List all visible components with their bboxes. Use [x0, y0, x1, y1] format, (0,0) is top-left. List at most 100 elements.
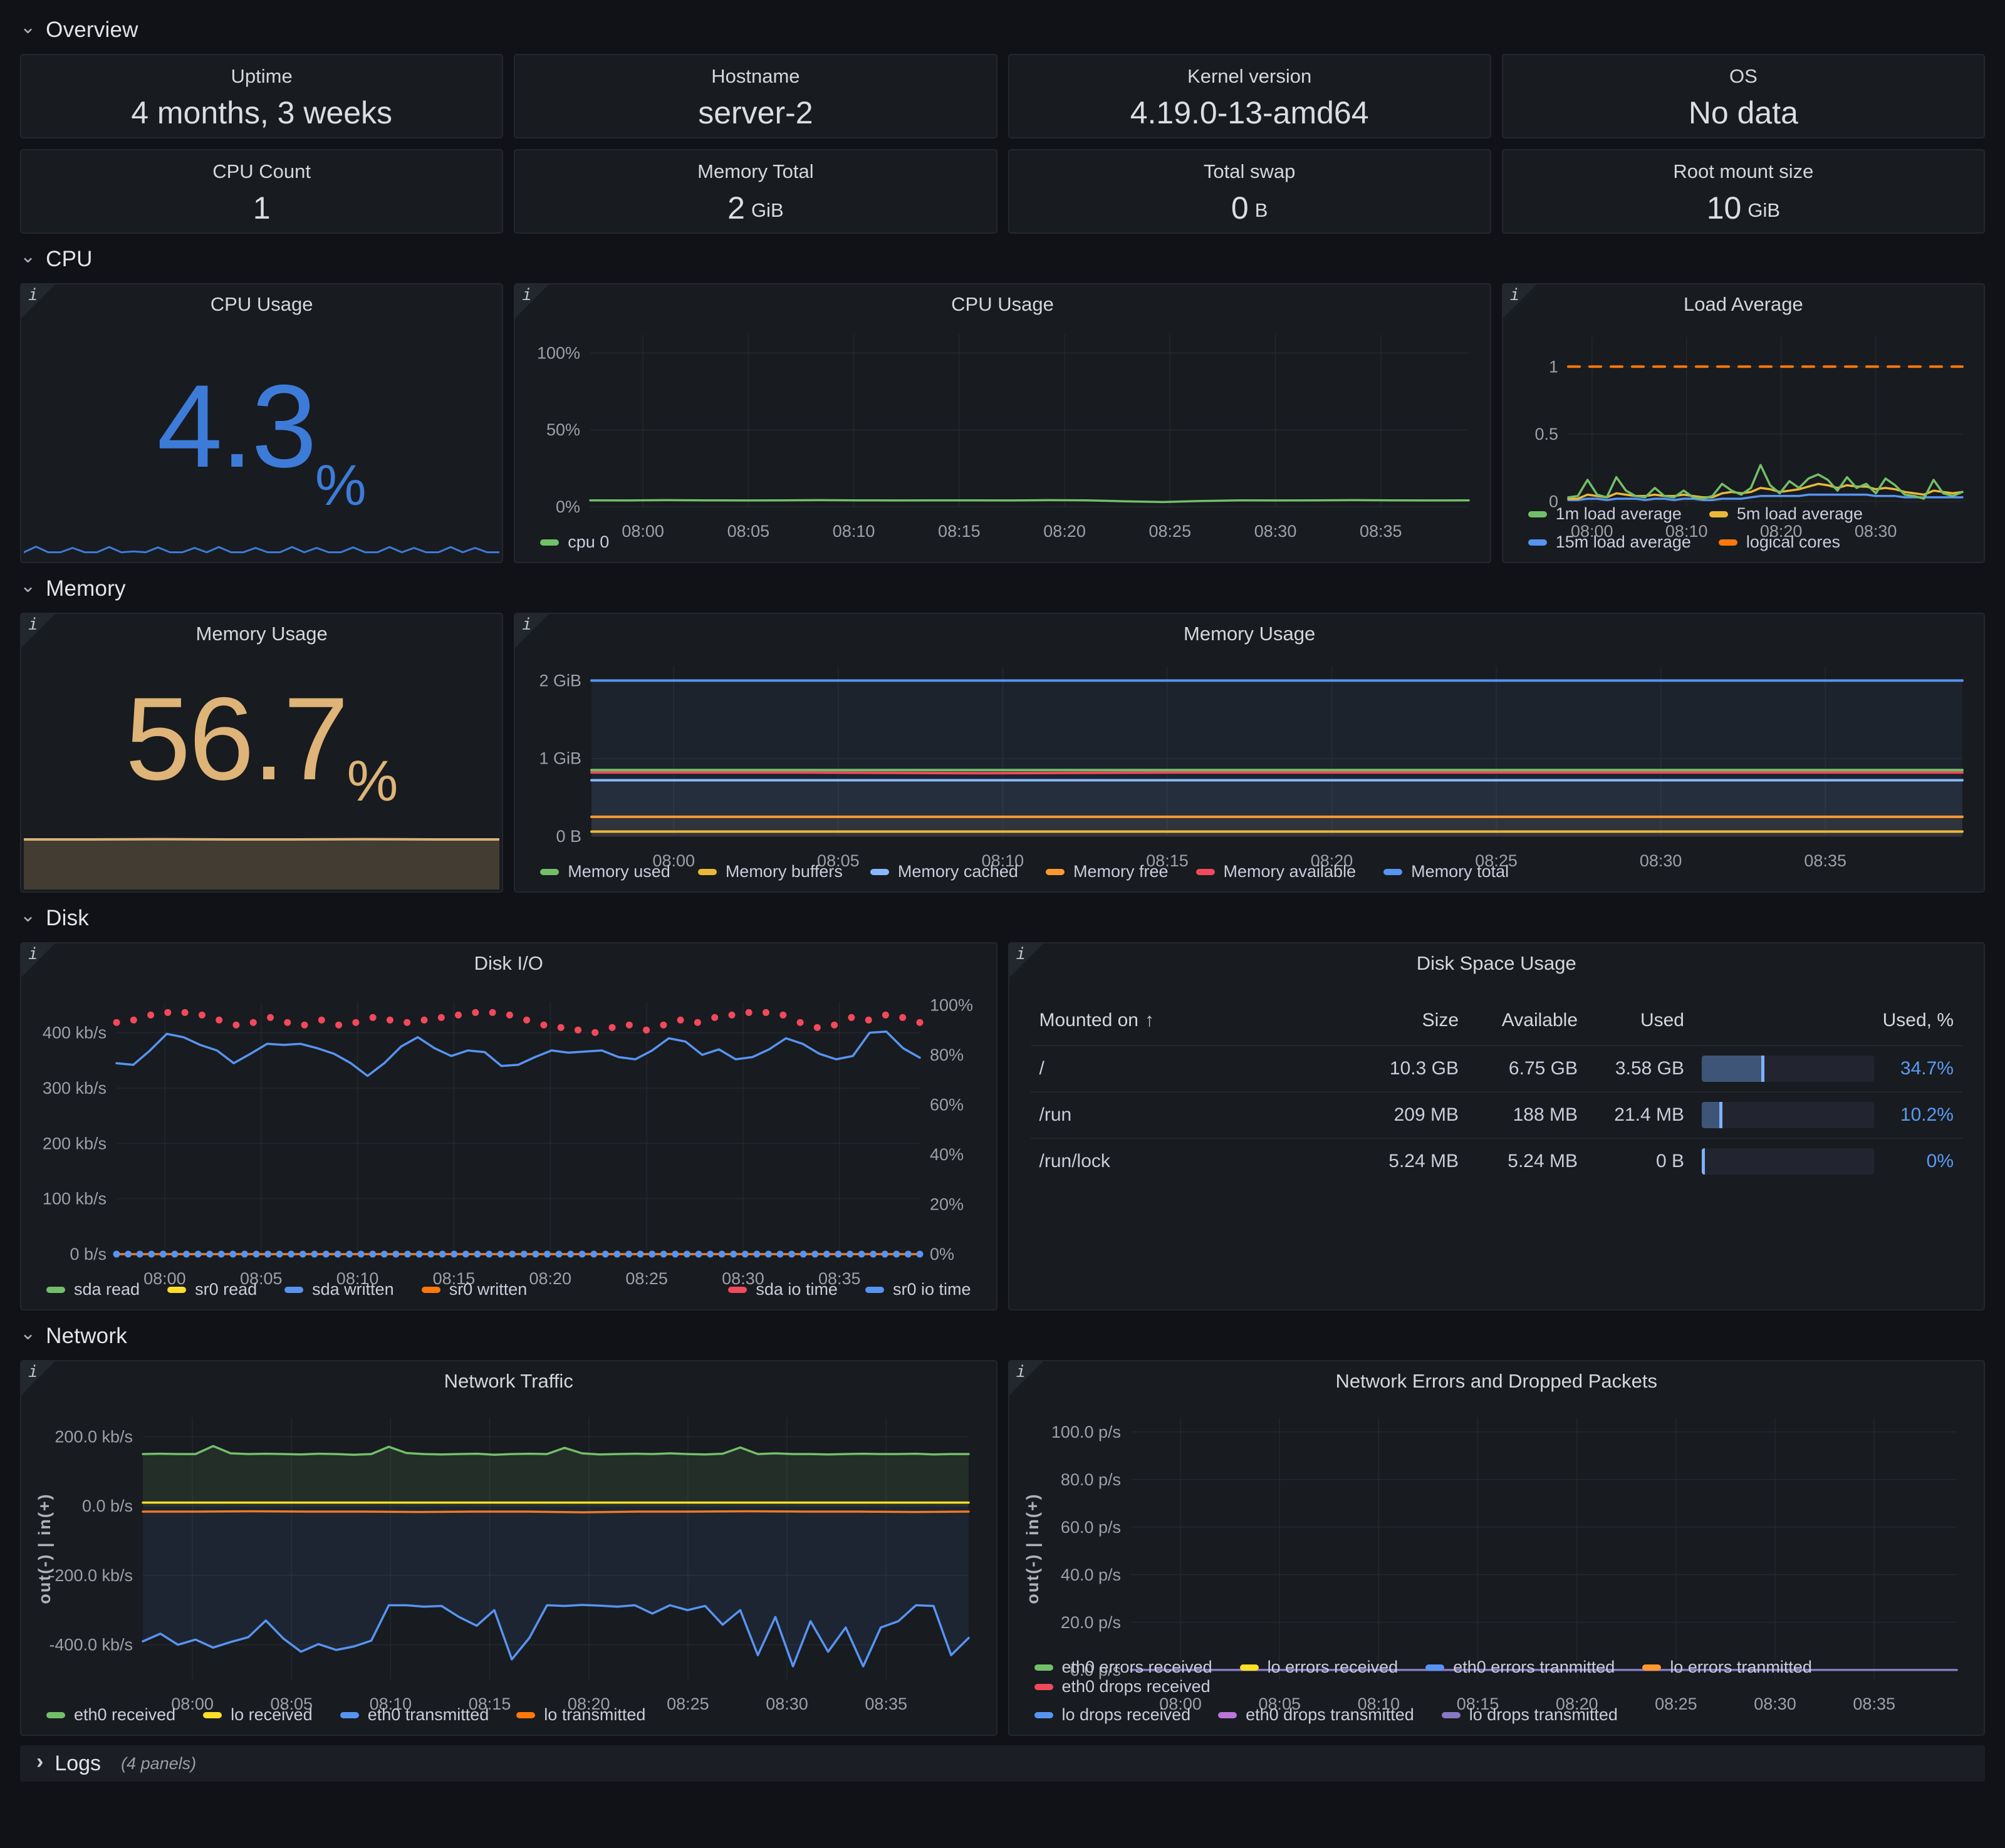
- column-header-size[interactable]: Size: [1358, 1010, 1467, 1031]
- legend-item[interactable]: sda read: [46, 1280, 140, 1299]
- disk-space-usage-panel[interactable]: i Disk Space Usage Mounted on↑ Size Avai…: [1008, 942, 1986, 1311]
- legend-item[interactable]: cpu 0: [540, 532, 609, 552]
- legend-swatch-icon: [46, 1712, 65, 1718]
- panel-info-icon[interactable]: i: [21, 614, 55, 648]
- panel-info-icon[interactable]: i: [515, 284, 549, 318]
- panel-info-icon[interactable]: i: [1009, 1361, 1043, 1395]
- panel-title[interactable]: Network Traffic: [21, 1370, 996, 1393]
- legend-item[interactable]: lo transmitted: [516, 1705, 645, 1725]
- section-row-disk[interactable]: ⌄ Disk: [20, 902, 1985, 935]
- column-header-available[interactable]: Available: [1467, 1010, 1586, 1031]
- panel-info-icon[interactable]: i: [515, 614, 549, 648]
- stat-panel-memory-total[interactable]: Memory Total 2GiB: [514, 149, 997, 234]
- legend-item[interactable]: eth0 transmitted: [340, 1705, 489, 1725]
- legend-item[interactable]: lo errors tranmitted: [1642, 1658, 1812, 1677]
- section-row-cpu[interactable]: ⌄ CPU: [20, 243, 1985, 276]
- section-title-network: Network: [46, 1324, 127, 1349]
- section-row-overview[interactable]: ⌄ Overview: [20, 14, 1985, 46]
- panel-title[interactable]: Load Average: [1503, 293, 1984, 316]
- legend-item[interactable]: lo drops received: [1034, 1705, 1191, 1725]
- disk-space-table: Mounted on↑ Size Available Used Used, % …: [1031, 996, 1963, 1184]
- svg-text:200.0 kb/s: 200.0 kb/s: [55, 1427, 133, 1446]
- legend-item[interactable]: Memory free: [1046, 862, 1169, 881]
- memory-usage-chart-panel[interactable]: i Memory Usage 08:0008:0508:1008:1508:20…: [514, 613, 1985, 893]
- legend-item[interactable]: eth0 errors tranmitted: [1425, 1658, 1615, 1677]
- panel-title[interactable]: Memory Usage: [515, 623, 1984, 645]
- legend-item[interactable]: lo errors received: [1240, 1658, 1398, 1677]
- svg-text:20.0 p/s: 20.0 p/s: [1060, 1613, 1120, 1632]
- legend-item[interactable]: Memory buffers: [698, 862, 843, 881]
- memory-usage-unit: %: [347, 749, 398, 814]
- legend-item[interactable]: eth0 errors received: [1034, 1658, 1212, 1677]
- legend-label: sr0 written: [449, 1280, 528, 1299]
- legend-item[interactable]: lo received: [203, 1705, 313, 1725]
- memory-usage-timeseries[interactable]: 08:0008:0508:1008:1508:2008:2508:3008:35…: [515, 645, 1984, 849]
- section-title-logs: Logs: [55, 1752, 101, 1776]
- legend-item[interactable]: eth0 drops received: [1034, 1677, 1211, 1696]
- panel-title[interactable]: Network Errors and Dropped Packets: [1009, 1370, 1984, 1393]
- legend-item[interactable]: logical cores: [1719, 532, 1840, 552]
- svg-text:80%: 80%: [930, 1046, 964, 1064]
- legend-item[interactable]: 15m load average: [1528, 532, 1691, 552]
- stat-panel-cpu-count[interactable]: CPU Count 1: [20, 149, 503, 234]
- legend-item[interactable]: eth0 received: [46, 1705, 175, 1725]
- load-average-chart-panel[interactable]: i Load Average 08:0008:1008:2008:3000.51…: [1502, 283, 1985, 563]
- column-header-used[interactable]: Used: [1586, 1010, 1693, 1031]
- table-row: / 10.3 GB 6.75 GB 3.58 GB 34.7%: [1031, 1045, 1963, 1091]
- section-row-logs-collapsed[interactable]: › Logs (4 panels): [20, 1745, 1985, 1782]
- legend-item[interactable]: lo drops transmitted: [1442, 1705, 1618, 1725]
- stat-value: 1: [253, 190, 271, 226]
- stat-panel-kernel-version[interactable]: Kernel version 4.19.0-13-amd64: [1008, 54, 1491, 138]
- legend-item[interactable]: sda io time: [728, 1280, 838, 1299]
- stat-panel-hostname[interactable]: Hostname server-2: [514, 54, 997, 138]
- panel-title[interactable]: Disk I/O: [21, 952, 996, 975]
- network-traffic-chart-panel[interactable]: i Network Traffic 08:0008:0508:1008:1508…: [20, 1360, 997, 1736]
- column-header-mounted-on[interactable]: Mounted on↑: [1031, 1010, 1358, 1031]
- column-header-used-pct[interactable]: Used, %: [1693, 1010, 1962, 1031]
- network-traffic-timeseries[interactable]: 08:0008:0508:1008:1508:2008:2508:3008:35…: [21, 1393, 996, 1693]
- stat-panel-uptime[interactable]: Uptime 4 months, 3 weeks: [20, 54, 503, 138]
- panel-info-icon[interactable]: i: [1503, 284, 1537, 318]
- disk-io-chart-panel[interactable]: i Disk I/O 08:0008:0508:1008:1508:2008:2…: [20, 942, 997, 1311]
- section-row-network[interactable]: ⌄ Network: [20, 1320, 1985, 1352]
- cpu-usage-stat-panel[interactable]: i CPU Usage 4.3 %: [20, 283, 503, 563]
- panel-info-icon[interactable]: i: [21, 1361, 55, 1395]
- legend-item[interactable]: eth0 drops transmitted: [1218, 1705, 1414, 1725]
- legend-item[interactable]: sr0 written: [422, 1280, 528, 1299]
- stat-panel-total-swap[interactable]: Total swap 0B: [1008, 149, 1491, 234]
- network-errors-chart-panel[interactable]: i Network Errors and Dropped Packets 08:…: [1008, 1360, 1986, 1736]
- panel-title[interactable]: Disk Space Usage: [1009, 952, 1984, 975]
- legend-item[interactable]: Memory total: [1383, 862, 1509, 881]
- panel-title[interactable]: CPU Usage: [21, 293, 502, 316]
- stat-panel-root-mount-size[interactable]: Root mount size 10GiB: [1502, 149, 1985, 234]
- svg-text:0 B: 0 B: [556, 827, 582, 846]
- network-errors-timeseries[interactable]: 08:0008:0508:1008:1508:2008:2508:3008:35…: [1009, 1393, 1984, 1645]
- cpu-usage-chart-panel[interactable]: i CPU Usage 08:0008:0508:1008:1508:2008:…: [514, 283, 1491, 563]
- legend-swatch-icon: [1240, 1664, 1259, 1671]
- stat-panel-os[interactable]: OS No data: [1502, 54, 1985, 138]
- panel-info-icon[interactable]: i: [21, 284, 55, 318]
- legend-item[interactable]: 1m load average: [1528, 504, 1682, 524]
- legend-swatch-icon: [203, 1712, 222, 1718]
- chart-legend: sda read sr0 read sda written sr0 written sd…: [21, 1267, 996, 1309]
- panel-title[interactable]: CPU Usage: [515, 293, 1490, 316]
- stat-title: Kernel version: [1009, 65, 1490, 88]
- legend-item[interactable]: Memory available: [1196, 862, 1357, 881]
- load-average-timeseries[interactable]: 08:0008:1008:2008:3000.51: [1503, 316, 1984, 492]
- cpu-usage-timeseries[interactable]: 08:0008:0508:1008:1508:2008:2508:3008:35…: [515, 316, 1490, 520]
- legend-item[interactable]: Memory used: [540, 862, 670, 881]
- legend-swatch-icon: [340, 1712, 359, 1718]
- legend-item[interactable]: sda written: [284, 1280, 394, 1299]
- disk-io-timeseries[interactable]: 08:0008:0508:1008:1508:2008:2508:3008:35…: [21, 975, 996, 1267]
- panel-info-icon[interactable]: i: [21, 943, 55, 977]
- panel-title[interactable]: Memory Usage: [21, 623, 502, 645]
- section-row-memory[interactable]: ⌄ Memory: [20, 573, 1985, 605]
- legend-item[interactable]: sr0 io time: [865, 1280, 971, 1299]
- legend-item[interactable]: 5m load average: [1709, 504, 1863, 524]
- legend-item[interactable]: sr0 read: [167, 1280, 257, 1299]
- memory-usage-stat-panel[interactable]: i Memory Usage 56.7 %: [20, 613, 503, 893]
- panel-info-icon[interactable]: i: [1009, 943, 1043, 977]
- legend-item[interactable]: Memory cached: [870, 862, 1018, 881]
- cell-available: 188 MB: [1467, 1104, 1586, 1126]
- svg-text:0%: 0%: [556, 497, 580, 516]
